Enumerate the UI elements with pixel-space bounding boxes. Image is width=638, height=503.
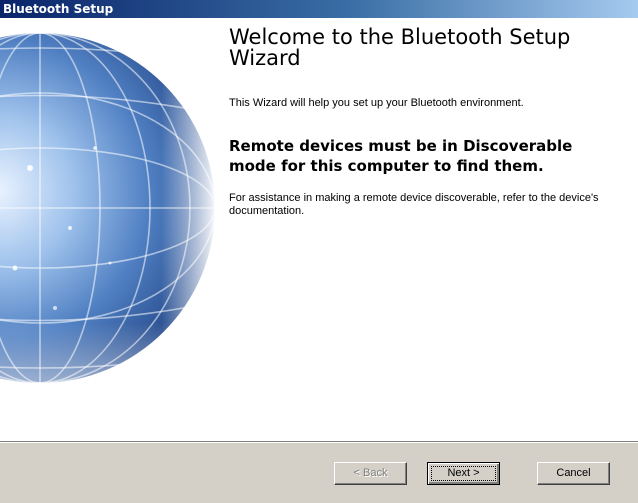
cancel-button[interactable]: Cancel [537, 462, 610, 485]
next-button-label: Next > [447, 467, 480, 479]
page-title: Welcome to the Bluetooth Setup Wizard [229, 25, 571, 70]
intro-text: This Wizard will help you set up your Bl… [229, 97, 524, 109]
cancel-button-label: Cancel [556, 467, 591, 479]
next-button[interactable]: Next > [427, 462, 500, 485]
window-title: Bluetooth Setup [3, 2, 114, 16]
back-button-label: < Back [353, 467, 388, 479]
title-bar[interactable]: Bluetooth Setup [0, 0, 638, 18]
discoverable-warning: Remote devices must be in Discoverable m… [229, 137, 573, 175]
wizard-window: Bluetooth Setup Welcome to the Bluetooth… [0, 0, 638, 503]
globe-icon [0, 18, 215, 441]
wizard-page: Welcome to the Bluetooth Setup Wizard Th… [0, 18, 638, 441]
assistance-text: For assistance in making a remote device… [229, 192, 599, 217]
button-separator [0, 441, 638, 443]
back-button[interactable]: < Back [334, 462, 407, 485]
